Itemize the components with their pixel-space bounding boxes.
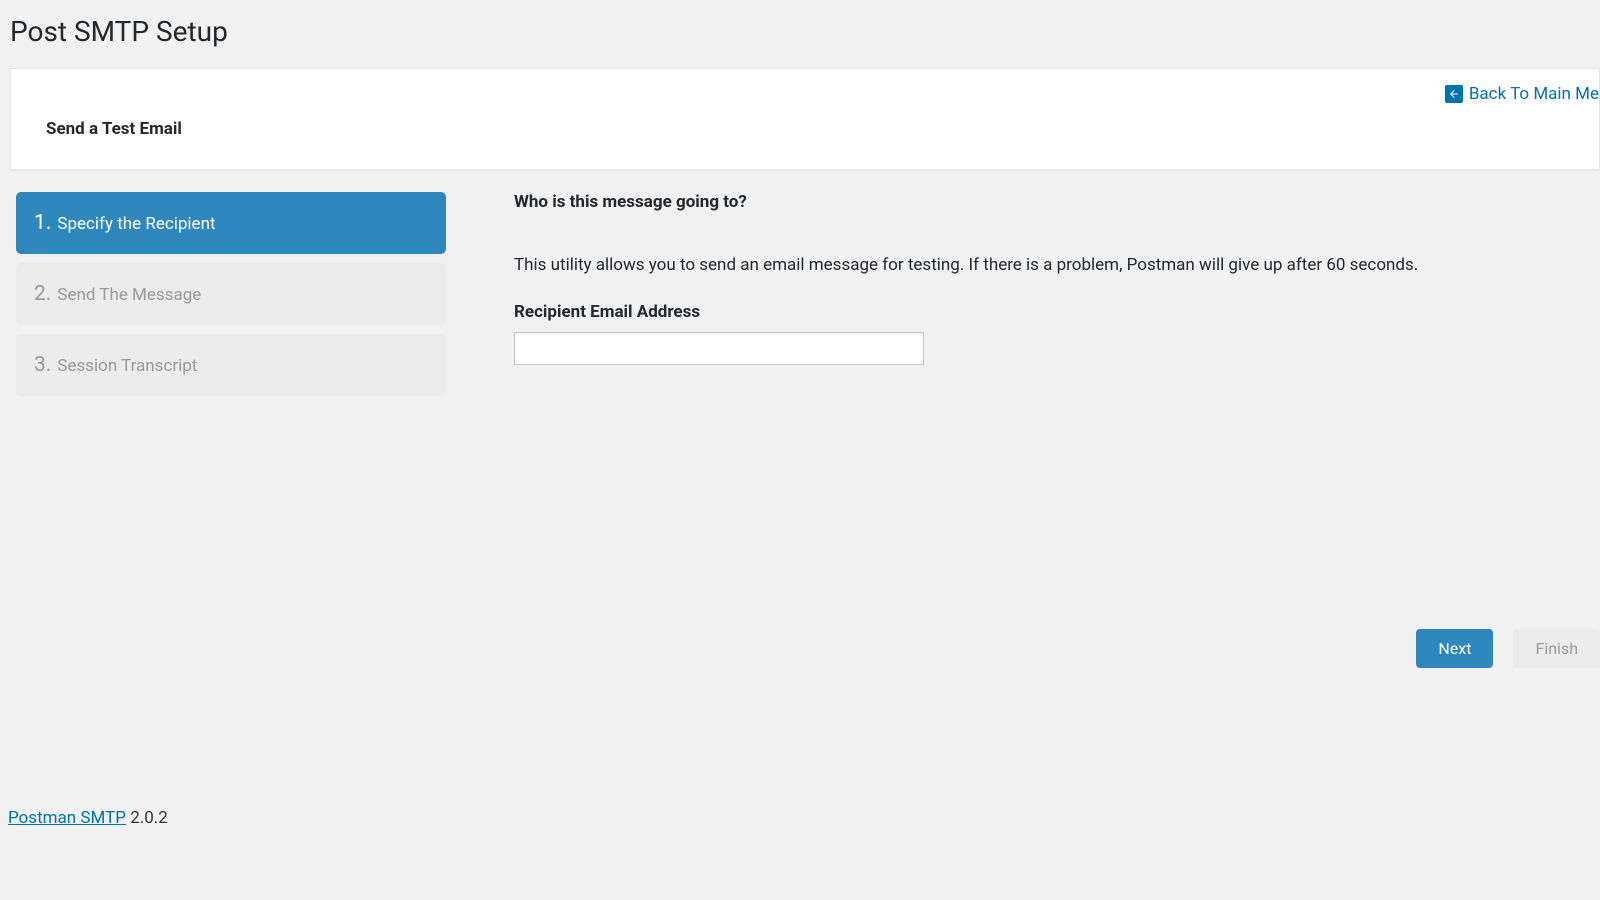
header-card: Back To Main Me Send a Test Email [10, 68, 1600, 170]
step-number: 1. [34, 211, 51, 235]
recipient-email-input[interactable] [514, 332, 924, 365]
card-heading: Send a Test Email [46, 119, 1569, 139]
wizard-container: 1. Specify the Recipient 2. Send The Mes… [16, 192, 1600, 668]
wizard-content: Who is this message going to? This utili… [514, 192, 1600, 615]
content-description: This utility allows you to send an email… [514, 252, 1600, 278]
page-title: Post SMTP Setup [0, 0, 1600, 68]
step-number: 2. [34, 282, 51, 306]
back-to-main-link[interactable]: Back To Main Me [1445, 84, 1599, 104]
content-heading: Who is this message going to? [514, 192, 1600, 212]
step-label: Specify the Recipient [57, 214, 215, 234]
wizard-buttons: Next Finish [514, 629, 1600, 668]
step-send-message[interactable]: 2. Send The Message [16, 263, 446, 325]
version-text: 2.0.2 [126, 808, 168, 828]
arrow-left-icon [1445, 85, 1463, 103]
footer: Postman SMTP 2.0.2 [8, 808, 168, 828]
back-link-label: Back To Main Me [1469, 84, 1599, 104]
step-number: 3. [34, 353, 51, 377]
step-label: Session Transcript [57, 356, 197, 376]
step-specify-recipient[interactable]: 1. Specify the Recipient [16, 192, 446, 254]
recipient-label: Recipient Email Address [514, 302, 1600, 322]
postman-smtp-link[interactable]: Postman SMTP [8, 808, 126, 828]
step-session-transcript[interactable]: 3. Session Transcript [16, 334, 446, 396]
finish-button[interactable]: Finish [1513, 629, 1600, 668]
step-label: Send The Message [57, 285, 201, 305]
steps-sidebar: 1. Specify the Recipient 2. Send The Mes… [16, 192, 446, 405]
next-button[interactable]: Next [1416, 629, 1493, 668]
